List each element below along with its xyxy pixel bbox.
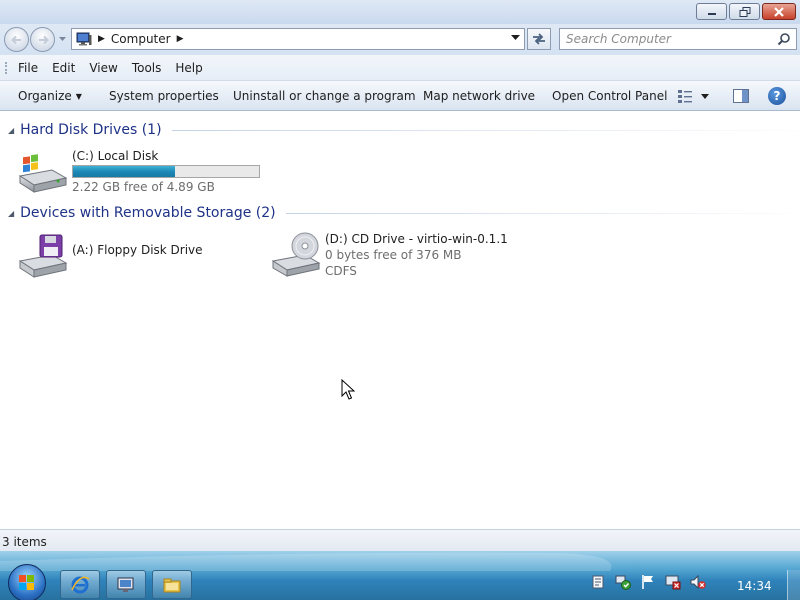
menu-edit[interactable]: Edit <box>52 61 75 75</box>
taskbar-windows-explorer[interactable] <box>152 570 192 599</box>
taskbar-internet-explorer[interactable] <box>60 570 100 599</box>
hard-disk-windows-icon <box>18 154 68 193</box>
drive-usage-bar <box>72 165 260 178</box>
group-title: Devices with Removable Storage (2) <box>20 205 276 221</box>
group-header-removable[interactable]: ◢ Devices with Removable Storage (2) <box>8 205 800 221</box>
chevron-down-icon: ▼ <box>75 92 82 101</box>
floppy-drive-icon <box>18 234 68 278</box>
menu-file[interactable]: File <box>18 61 38 75</box>
network-icon[interactable] <box>615 574 631 590</box>
group-divider <box>285 212 800 214</box>
show-desktop-button[interactable] <box>787 570 800 600</box>
volume-muted-icon[interactable] <box>690 574 706 590</box>
group-divider <box>171 129 800 131</box>
content-pane: ◢ Hard Disk Drives (1) (C:) Local Disk 2… <box>0 111 800 529</box>
preview-pane-icon <box>733 89 749 103</box>
remote-desktop-icon <box>117 577 134 592</box>
chevron-down-icon <box>701 93 709 99</box>
breadcrumb-arrow-icon[interactable]: ▶ <box>177 34 184 44</box>
windows-explorer-icon <box>163 578 181 592</box>
close-icon <box>774 6 784 17</box>
computer-icon <box>76 32 92 46</box>
back-button[interactable] <box>4 27 29 52</box>
system-tray <box>590 574 706 590</box>
help-button[interactable]: ? <box>768 87 786 105</box>
taskbar-clock[interactable]: 14:34 <box>737 579 772 593</box>
drive-name: (D:) CD Drive - virtio-win-0.1.1 <box>325 232 508 246</box>
address-dropdown-icon[interactable] <box>511 35 520 41</box>
status-bar: 3 items <box>0 529 800 551</box>
breadcrumb-arrow-icon[interactable]: ▶ <box>98 34 105 44</box>
display-icon[interactable] <box>665 574 681 590</box>
group-header-hard-disks[interactable]: ◢ Hard Disk Drives (1) <box>8 122 800 138</box>
cd-drive-icon <box>271 232 321 277</box>
change-view-button[interactable] <box>677 89 709 103</box>
toolbar-grip <box>5 62 8 74</box>
drive-item-a[interactable]: (A:) Floppy Disk Drive <box>18 233 203 279</box>
drive-name: (C:) Local Disk <box>72 149 159 163</box>
back-arrow-icon <box>10 35 21 44</box>
search-input[interactable]: Search Computer <box>559 28 797 50</box>
preview-pane-button[interactable] <box>733 89 749 106</box>
windows-logo-icon <box>19 575 34 590</box>
search-icon[interactable] <box>777 32 791 46</box>
search-placeholder: Search Computer <box>566 32 671 46</box>
command-bar: Organize ▼ System properties Uninstall or… <box>0 81 800 111</box>
refresh-button[interactable] <box>527 28 551 50</box>
menu-bar: File Edit View Tools Help <box>0 55 800 81</box>
restore-icon <box>739 6 750 17</box>
title-bar <box>0 0 800 24</box>
group-title: Hard Disk Drives (1) <box>20 122 162 138</box>
minimize-icon <box>707 12 716 15</box>
action-center-icon[interactable] <box>590 574 606 590</box>
breadcrumb-computer[interactable]: Computer <box>111 32 171 46</box>
collapse-triangle-icon[interactable]: ◢ <box>8 126 14 135</box>
refresh-icon <box>533 33 545 45</box>
map-network-drive-button[interactable]: Map network drive <box>423 89 535 103</box>
mouse-cursor-icon <box>341 379 355 400</box>
chevron-down-icon <box>59 37 66 41</box>
views-icon <box>678 90 692 103</box>
drive-filesystem: CDFS <box>325 264 357 278</box>
organize-label: Organize <box>18 89 72 103</box>
organize-button[interactable]: Organize ▼ <box>18 89 82 103</box>
taskbar-remote-desktop[interactable] <box>106 570 146 599</box>
uninstall-program-button[interactable]: Uninstall or change a program <box>233 89 416 103</box>
drive-free-space: 2.22 GB free of 4.89 GB <box>72 180 215 194</box>
internet-explorer-icon <box>71 576 90 593</box>
restore-button[interactable] <box>729 3 760 20</box>
drive-free-space: 0 bytes free of 376 MB <box>325 248 462 262</box>
help-icon: ? <box>773 89 781 103</box>
drive-usage-fill <box>73 166 175 177</box>
window-controls <box>696 3 796 20</box>
drive-item-d[interactable]: (D:) CD Drive - virtio-win-0.1.1 0 bytes… <box>271 231 508 278</box>
minimize-button[interactable] <box>696 3 727 20</box>
drive-name: (A:) Floppy Disk Drive <box>72 243 203 257</box>
menu-tools[interactable]: Tools <box>132 61 162 75</box>
item-count: 3 items <box>2 535 47 549</box>
forward-button[interactable] <box>30 27 55 52</box>
menu-help[interactable]: Help <box>175 61 202 75</box>
navigation-bar: ▶ Computer ▶ Search Computer <box>0 24 800 55</box>
flag-icon[interactable] <box>640 574 656 590</box>
system-properties-button[interactable]: System properties <box>109 89 219 103</box>
start-button[interactable] <box>8 564 46 600</box>
open-control-panel-button[interactable]: Open Control Panel <box>552 89 667 103</box>
recent-pages-button[interactable] <box>58 35 67 44</box>
forward-arrow-icon <box>38 35 49 44</box>
collapse-triangle-icon[interactable]: ◢ <box>8 209 14 218</box>
menu-view[interactable]: View <box>89 61 117 75</box>
address-bar[interactable]: ▶ Computer ▶ <box>71 28 525 50</box>
close-button[interactable] <box>762 3 796 20</box>
drive-item-c[interactable]: (C:) Local Disk 2.22 GB free of 4.89 GB <box>18 148 260 194</box>
